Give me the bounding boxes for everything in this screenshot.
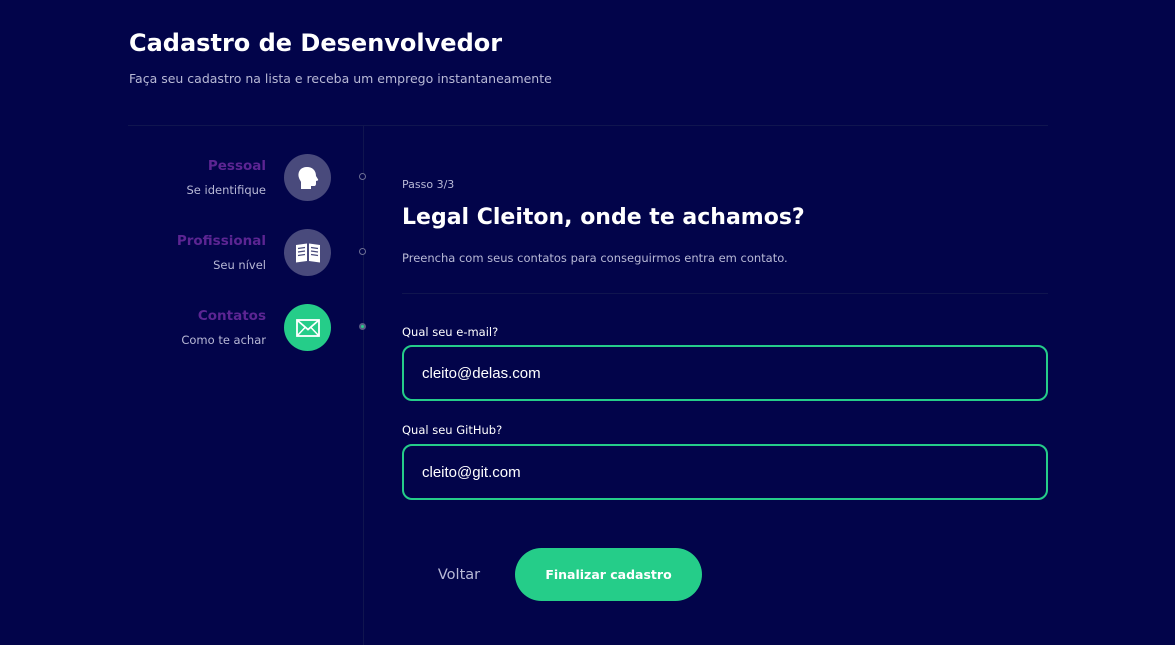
email-field[interactable]	[402, 345, 1048, 401]
step-desc: Como te achar	[181, 333, 266, 347]
step-dot-contatos	[359, 323, 366, 330]
person-head-icon	[297, 166, 318, 189]
book-icon	[295, 243, 320, 262]
step-icon-circle	[284, 304, 331, 351]
step-label: Pessoal	[207, 158, 266, 174]
content-divider	[402, 293, 1048, 294]
step-pessoal[interactable]: Pessoal Se identifique	[120, 152, 334, 202]
back-button[interactable]: Voltar	[430, 560, 488, 590]
step-icon-circle	[284, 154, 331, 201]
page-subtitle: Faça seu cadastro na lista e receba um e…	[129, 71, 552, 86]
github-field[interactable]	[402, 444, 1048, 500]
email-label: Qual seu e-mail?	[402, 325, 499, 339]
step-dot-pessoal	[359, 173, 366, 180]
header-divider	[128, 125, 1048, 126]
page-title: Cadastro de Desenvolvedor	[129, 29, 503, 57]
step-desc: Se identifique	[186, 183, 266, 197]
step-label: Profissional	[176, 233, 266, 249]
step-profissional[interactable]: Profissional Seu nível	[120, 227, 334, 277]
step-heading: Legal Cleiton, onde te achamos?	[402, 205, 805, 230]
step-icon-circle	[284, 229, 331, 276]
envelope-icon	[295, 318, 320, 337]
step-lead: Preencha com seus contatos para consegui…	[402, 251, 788, 265]
page-header: Cadastro de Desenvolvedor Faça seu cadas…	[129, 26, 552, 86]
step-indicator: Passo 3/3	[402, 178, 455, 191]
github-label: Qual seu GitHub?	[402, 423, 503, 437]
steps-divider	[363, 126, 364, 645]
step-desc: Seu nível	[213, 258, 266, 272]
step-label: Contatos	[197, 308, 266, 324]
step-contatos[interactable]: Contatos Como te achar	[120, 302, 334, 352]
step-dot-profissional	[359, 248, 366, 255]
finish-button[interactable]: Finalizar cadastro	[515, 548, 702, 601]
